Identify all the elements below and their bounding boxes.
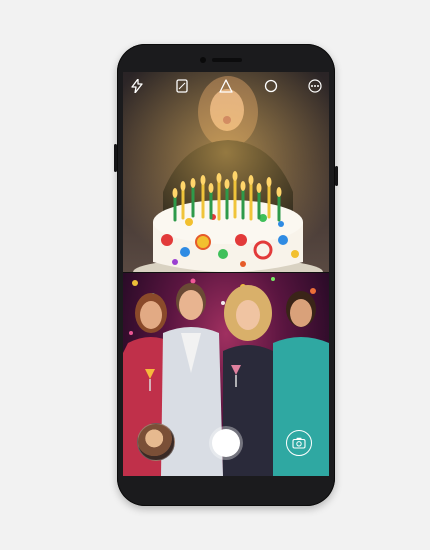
front-camera [200, 57, 206, 63]
switch-camera-icon [292, 437, 306, 449]
cake-scene [123, 72, 329, 273]
circle-mode-icon[interactable] [263, 78, 279, 94]
switch-camera-button[interactable] [286, 430, 312, 456]
gallery-thumbnail[interactable] [137, 423, 175, 461]
camera-toolbar [123, 72, 329, 100]
shutter-button[interactable] [212, 429, 240, 457]
top-preview-pane[interactable] [123, 72, 329, 273]
more-options-icon[interactable] [307, 78, 323, 94]
power-button [114, 144, 117, 172]
flash-icon[interactable] [129, 78, 145, 94]
bottom-preview-pane[interactable] [123, 273, 329, 476]
earpiece-speaker [212, 58, 242, 62]
volume-button [335, 166, 338, 186]
camera-screen [123, 72, 329, 476]
triangle-filter-icon[interactable] [218, 78, 234, 94]
aspect-ratio-icon[interactable] [174, 78, 190, 94]
phone-frame [114, 44, 338, 506]
